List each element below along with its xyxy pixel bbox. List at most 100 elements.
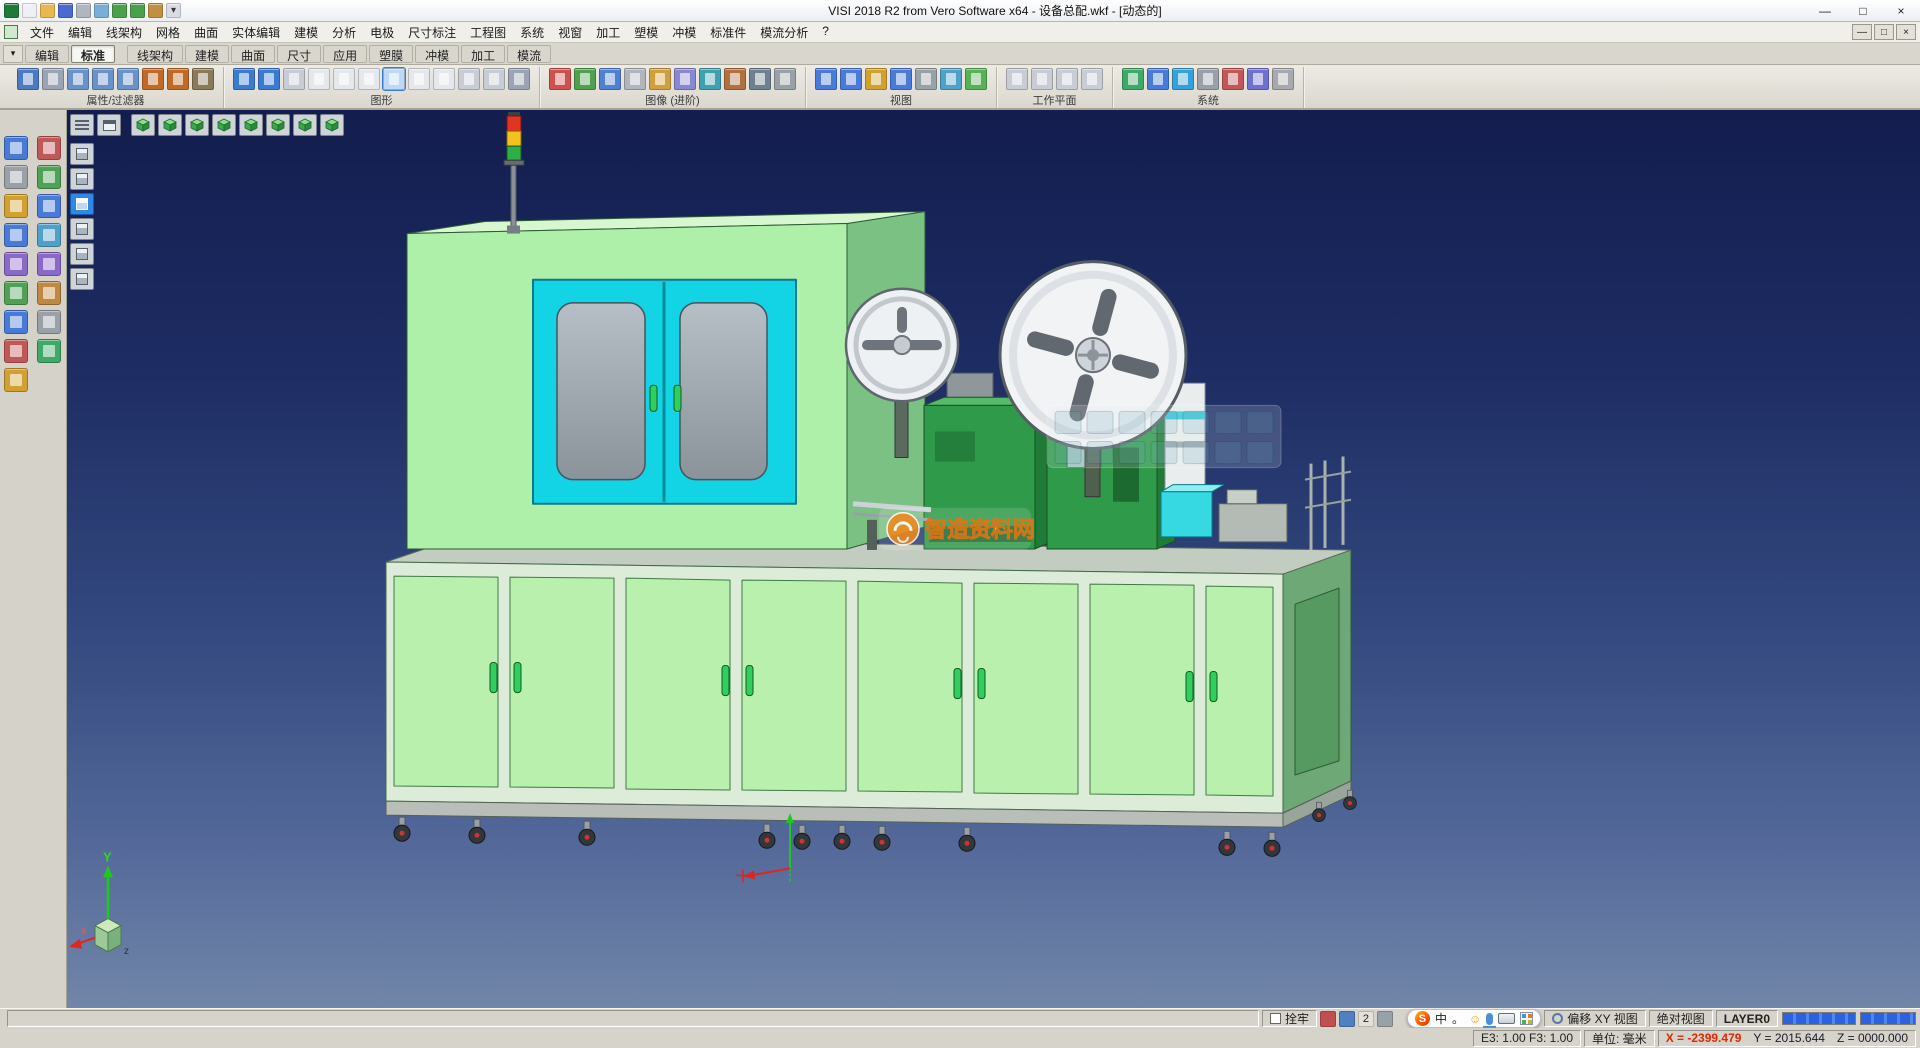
tray-grid-icon[interactable]: [1377, 1011, 1393, 1027]
page-find-icon[interactable]: [483, 68, 505, 90]
customize-toolbar-icon[interactable]: ▾: [166, 3, 181, 18]
menu-item[interactable]: 分析: [325, 22, 363, 43]
menu-item[interactable]: 标准件: [703, 22, 753, 43]
model-filter-icon[interactable]: [70, 143, 94, 165]
workplane-view-icon[interactable]: [1081, 68, 1103, 90]
globe-icon[interactable]: [1172, 68, 1194, 90]
ribbon-tab[interactable]: 曲面: [231, 45, 275, 63]
performance-icon[interactable]: [1272, 68, 1294, 90]
copy-image-icon[interactable]: [283, 68, 305, 90]
ime-toolbox-icon[interactable]: [1520, 1012, 1533, 1025]
ribbon-tab[interactable]: 模流: [507, 45, 551, 63]
texture-icon[interactable]: [1222, 68, 1244, 90]
ribbon-tab[interactable]: 线架构: [127, 45, 183, 63]
workplane-new-icon[interactable]: [1006, 68, 1028, 90]
image-camera-icon[interactable]: [749, 68, 771, 90]
ribbon-tab[interactable]: 标准: [71, 45, 115, 63]
ribbon-tab[interactable]: 塑膜: [369, 45, 413, 63]
ribbon-tab[interactable]: 冲模: [415, 45, 459, 63]
menu-item[interactable]: 编辑: [61, 22, 99, 43]
menu-item[interactable]: 电极: [363, 22, 401, 43]
image-new-icon[interactable]: [549, 68, 571, 90]
image-star-icon[interactable]: [649, 68, 671, 90]
redraw-icon[interactable]: [233, 68, 255, 90]
link-icon[interactable]: [67, 68, 89, 90]
layers-icon[interactable]: [37, 339, 61, 363]
erase-icon[interactable]: [37, 136, 61, 160]
move-icon[interactable]: [4, 252, 28, 276]
image-film-icon[interactable]: [624, 68, 646, 90]
menu-item[interactable]: 线架构: [99, 22, 149, 43]
view-cube-icon[interactable]: [965, 68, 987, 90]
text-icon[interactable]: [37, 310, 61, 334]
offset-icon[interactable]: [37, 281, 61, 305]
menu-item[interactable]: 工程图: [463, 22, 513, 43]
undo-icon[interactable]: [112, 3, 127, 18]
menu-item[interactable]: 曲面: [187, 22, 225, 43]
view-shade-icon[interactable]: [940, 68, 962, 90]
visi-app-icon[interactable]: [4, 3, 19, 18]
color-palette-icon[interactable]: [1122, 68, 1144, 90]
lock-toggle[interactable]: 拴牢: [1262, 1010, 1317, 1027]
workplane-edit-icon[interactable]: [1031, 68, 1053, 90]
mdi-close-button[interactable]: ×: [1896, 24, 1916, 40]
settings-icon[interactable]: [148, 3, 163, 18]
view-iso-sw-icon[interactable]: [293, 114, 317, 136]
link-group-icon[interactable]: [117, 68, 139, 90]
match-properties-icon[interactable]: [42, 68, 64, 90]
menu-item[interactable]: 塑模: [627, 22, 665, 43]
plotter-tray-icon[interactable]: [1320, 1011, 1336, 1027]
system-grid-icon[interactable]: [1247, 68, 1269, 90]
line-icon[interactable]: [37, 194, 61, 218]
ime-mode-icon[interactable]: 中: [1435, 1010, 1447, 1027]
ime-mic-icon[interactable]: [1486, 1013, 1493, 1025]
unlink-icon[interactable]: [92, 68, 114, 90]
lock-checkbox-icon[interactable]: [1270, 1013, 1281, 1024]
filter-reset-icon[interactable]: [192, 68, 214, 90]
regen-all-icon[interactable]: [258, 68, 280, 90]
shaded-display-icon[interactable]: [70, 193, 94, 215]
active-layer-indicator[interactable]: LAYER0: [1716, 1010, 1778, 1027]
page-new-icon[interactable]: [333, 68, 355, 90]
point-icon[interactable]: [4, 194, 28, 218]
menu-item[interactable]: ?: [815, 22, 836, 43]
view-axonometric-icon[interactable]: [320, 114, 344, 136]
pages-stack-icon[interactable]: [433, 68, 455, 90]
wireframe-display-icon[interactable]: [70, 218, 94, 240]
image-layers-icon[interactable]: [699, 68, 721, 90]
menu-item[interactable]: 尺寸标注: [401, 22, 463, 43]
view-front-icon[interactable]: [158, 114, 182, 136]
maximize-button[interactable]: □: [1844, 0, 1882, 21]
ribbon-tab[interactable]: 应用: [323, 45, 367, 63]
view-top-icon[interactable]: [131, 114, 155, 136]
tab-dropdown-icon[interactable]: ▾: [3, 45, 23, 63]
menu-item[interactable]: 建模: [287, 22, 325, 43]
save-icon[interactable]: [58, 3, 73, 18]
trim-icon[interactable]: [37, 165, 61, 189]
menu-item[interactable]: 网格: [149, 22, 187, 43]
ribbon-tab[interactable]: 编辑: [25, 45, 69, 63]
view-zoom-icon[interactable]: [840, 68, 862, 90]
solid-display-icon[interactable]: [70, 168, 94, 190]
workplane-view-indicator[interactable]: 偏移 XY 视图: [1544, 1010, 1645, 1027]
ime-keyboard-icon[interactable]: [1498, 1013, 1515, 1024]
sync-tray-icon[interactable]: [1339, 1011, 1355, 1027]
mask-icon[interactable]: [1197, 68, 1219, 90]
floating-view-toolbar[interactable]: [1047, 405, 1281, 467]
page-active-icon[interactable]: [383, 68, 405, 90]
mirror-icon[interactable]: [4, 281, 28, 305]
view-dynamic-icon[interactable]: [890, 68, 912, 90]
page-icon[interactable]: [308, 68, 330, 90]
plot-page-icon[interactable]: [508, 68, 530, 90]
dimension-icon[interactable]: [4, 310, 28, 334]
line-width-indicator[interactable]: [1782, 1012, 1856, 1025]
menu-item[interactable]: 文件: [23, 22, 61, 43]
image-export-icon[interactable]: [724, 68, 746, 90]
zoom-select-icon[interactable]: [4, 136, 28, 160]
color-indicator[interactable]: [1860, 1012, 1916, 1025]
image-edit-icon[interactable]: [574, 68, 596, 90]
palette-icon[interactable]: [4, 368, 28, 392]
image-color-icon[interactable]: [599, 68, 621, 90]
page-open-icon[interactable]: [358, 68, 380, 90]
snap-grid-icon[interactable]: [4, 165, 28, 189]
